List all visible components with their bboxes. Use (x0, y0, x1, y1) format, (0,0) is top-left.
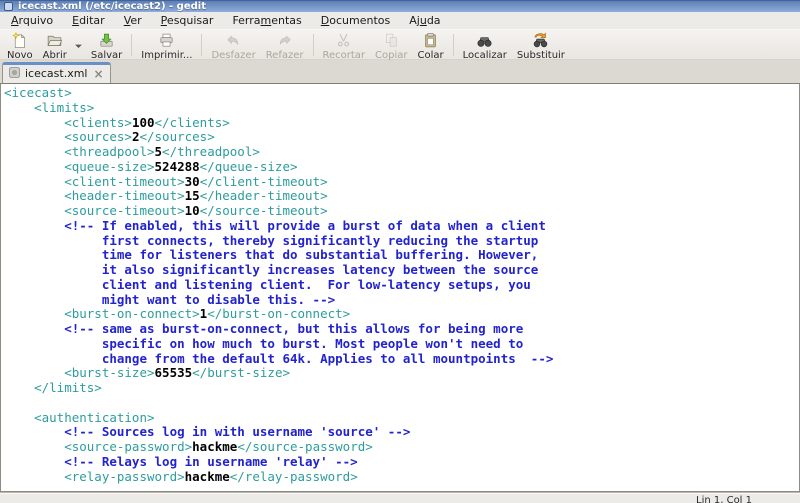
menu-editar[interactable]: Editar (64, 12, 113, 29)
menu-arquivo[interactable]: Arquivo (3, 12, 61, 29)
code-line: <!-- Sources log in with username 'sourc… (4, 425, 799, 440)
close-icon[interactable]: × (91, 68, 105, 80)
code-line: <source-timeout>10</source-timeout> (4, 204, 799, 219)
tab-bar: icecast.xml × (0, 60, 800, 83)
code-line: <!-- If enabled, this will provide a bur… (4, 219, 799, 234)
window-title: icecast.xml (/etc/icecast2) - gedit (18, 1, 206, 12)
redo-icon (276, 32, 293, 49)
desfazer-button[interactable]: Desfazer (206, 31, 260, 59)
paste-icon (422, 32, 439, 49)
toolbar-separator (201, 34, 202, 56)
menu-ajuda[interactable]: Ajuda (401, 12, 448, 29)
code-line: <!-- Relays log in username 'relay' --> (4, 455, 799, 470)
toolbar: NovoAbrir Salvar Imprimir... DesfazerRefaze… (0, 29, 800, 60)
code-line: <relay-password>hackme</relay-password> (4, 470, 799, 485)
status-bar: Lin 1, Col 1 (0, 492, 800, 503)
code-line: client and listening client. For low-lat… (4, 278, 799, 293)
tab-label: icecast.xml (25, 67, 87, 80)
code-line: <header-timeout>15</header-timeout> (4, 189, 799, 204)
localizar-button[interactable]: Localizar (458, 31, 512, 59)
open-folder-icon (46, 32, 63, 49)
cut-icon (335, 32, 352, 49)
imprimir-button[interactable]: Imprimir... (136, 31, 197, 59)
title-bar[interactable]: icecast.xml (/etc/icecast2) - gedit (0, 0, 800, 12)
code-line: <!-- same as burst-on-connect, but this … (4, 322, 799, 337)
code-line: <queue-size>524288</queue-size> (4, 160, 799, 175)
code-area[interactable]: <icecast> <limits> <clients>100</clients… (1, 84, 799, 484)
gedit-window-icon (4, 2, 13, 11)
gedit-window: icecast.xml (/etc/icecast2) - gedit Arqu… (0, 0, 800, 503)
document-icon (8, 66, 21, 82)
code-line: <threadpool>5</threadpool> (4, 145, 799, 160)
undo-icon (225, 32, 242, 49)
salvar-button[interactable]: Salvar (86, 31, 127, 59)
toolbar-separator (313, 34, 314, 56)
colar-button[interactable]: Colar (413, 31, 449, 59)
tab-icecast.xml[interactable]: icecast.xml × (2, 62, 111, 83)
abrir-dropdown-button[interactable] (72, 31, 86, 59)
code-line: <burst-size>65535</burst-size> (4, 366, 799, 381)
toolbar-separator (453, 34, 454, 56)
code-line (4, 396, 799, 411)
code-line: <client-timeout>30</client-timeout> (4, 175, 799, 190)
menu-ferramentas[interactable]: Ferramentas (224, 12, 309, 29)
refazer-button[interactable]: Refazer (261, 31, 309, 59)
code-line: <authentication> (4, 411, 799, 426)
novo-button[interactable]: Novo (2, 31, 38, 59)
abrir-button[interactable]: Abrir (38, 31, 72, 59)
code-line: <burst-on-connect>1</burst-on-connect> (4, 307, 799, 322)
menu-documentos[interactable]: Documentos (313, 12, 398, 29)
code-line: it also significantly increases latency … (4, 263, 799, 278)
code-line: change from the default 64k. Applies to … (4, 352, 799, 367)
replace-icon (532, 32, 549, 49)
code-line: first connects, thereby significantly re… (4, 234, 799, 249)
save-icon (98, 32, 115, 49)
cursor-position-label: Lin 1, Col 1 (696, 495, 752, 503)
text-editor[interactable]: <icecast> <limits> <clients>100</clients… (0, 83, 800, 492)
code-line: specific on how much to burst. Most peop… (4, 337, 799, 352)
toolbar-separator (131, 34, 132, 56)
find-icon (476, 32, 493, 49)
recortar-button[interactable]: Recortar (318, 31, 371, 59)
chevron-down-icon (74, 37, 83, 54)
code-line: <limits> (4, 101, 799, 116)
new-document-icon (11, 32, 28, 49)
copy-icon (383, 32, 400, 49)
substituir-button[interactable]: Substituir (512, 31, 570, 59)
code-line: <sources>2</sources> (4, 130, 799, 145)
code-line: time for listeners that do substantial b… (4, 248, 799, 263)
code-line: <source-password>hackme</source-password… (4, 440, 799, 455)
copiar-button[interactable]: Copiar (370, 31, 412, 59)
code-line: <clients>100</clients> (4, 116, 799, 131)
menu-bar: ArquivoEditarVerPesquisarFerramentasDocu… (0, 12, 800, 29)
code-line: might want to disable this. --> (4, 293, 799, 308)
print-icon (158, 32, 175, 49)
menu-ver[interactable]: Ver (116, 12, 150, 29)
code-line: </limits> (4, 381, 799, 396)
code-line: <icecast> (4, 86, 799, 101)
menu-pesquisar[interactable]: Pesquisar (153, 12, 222, 29)
